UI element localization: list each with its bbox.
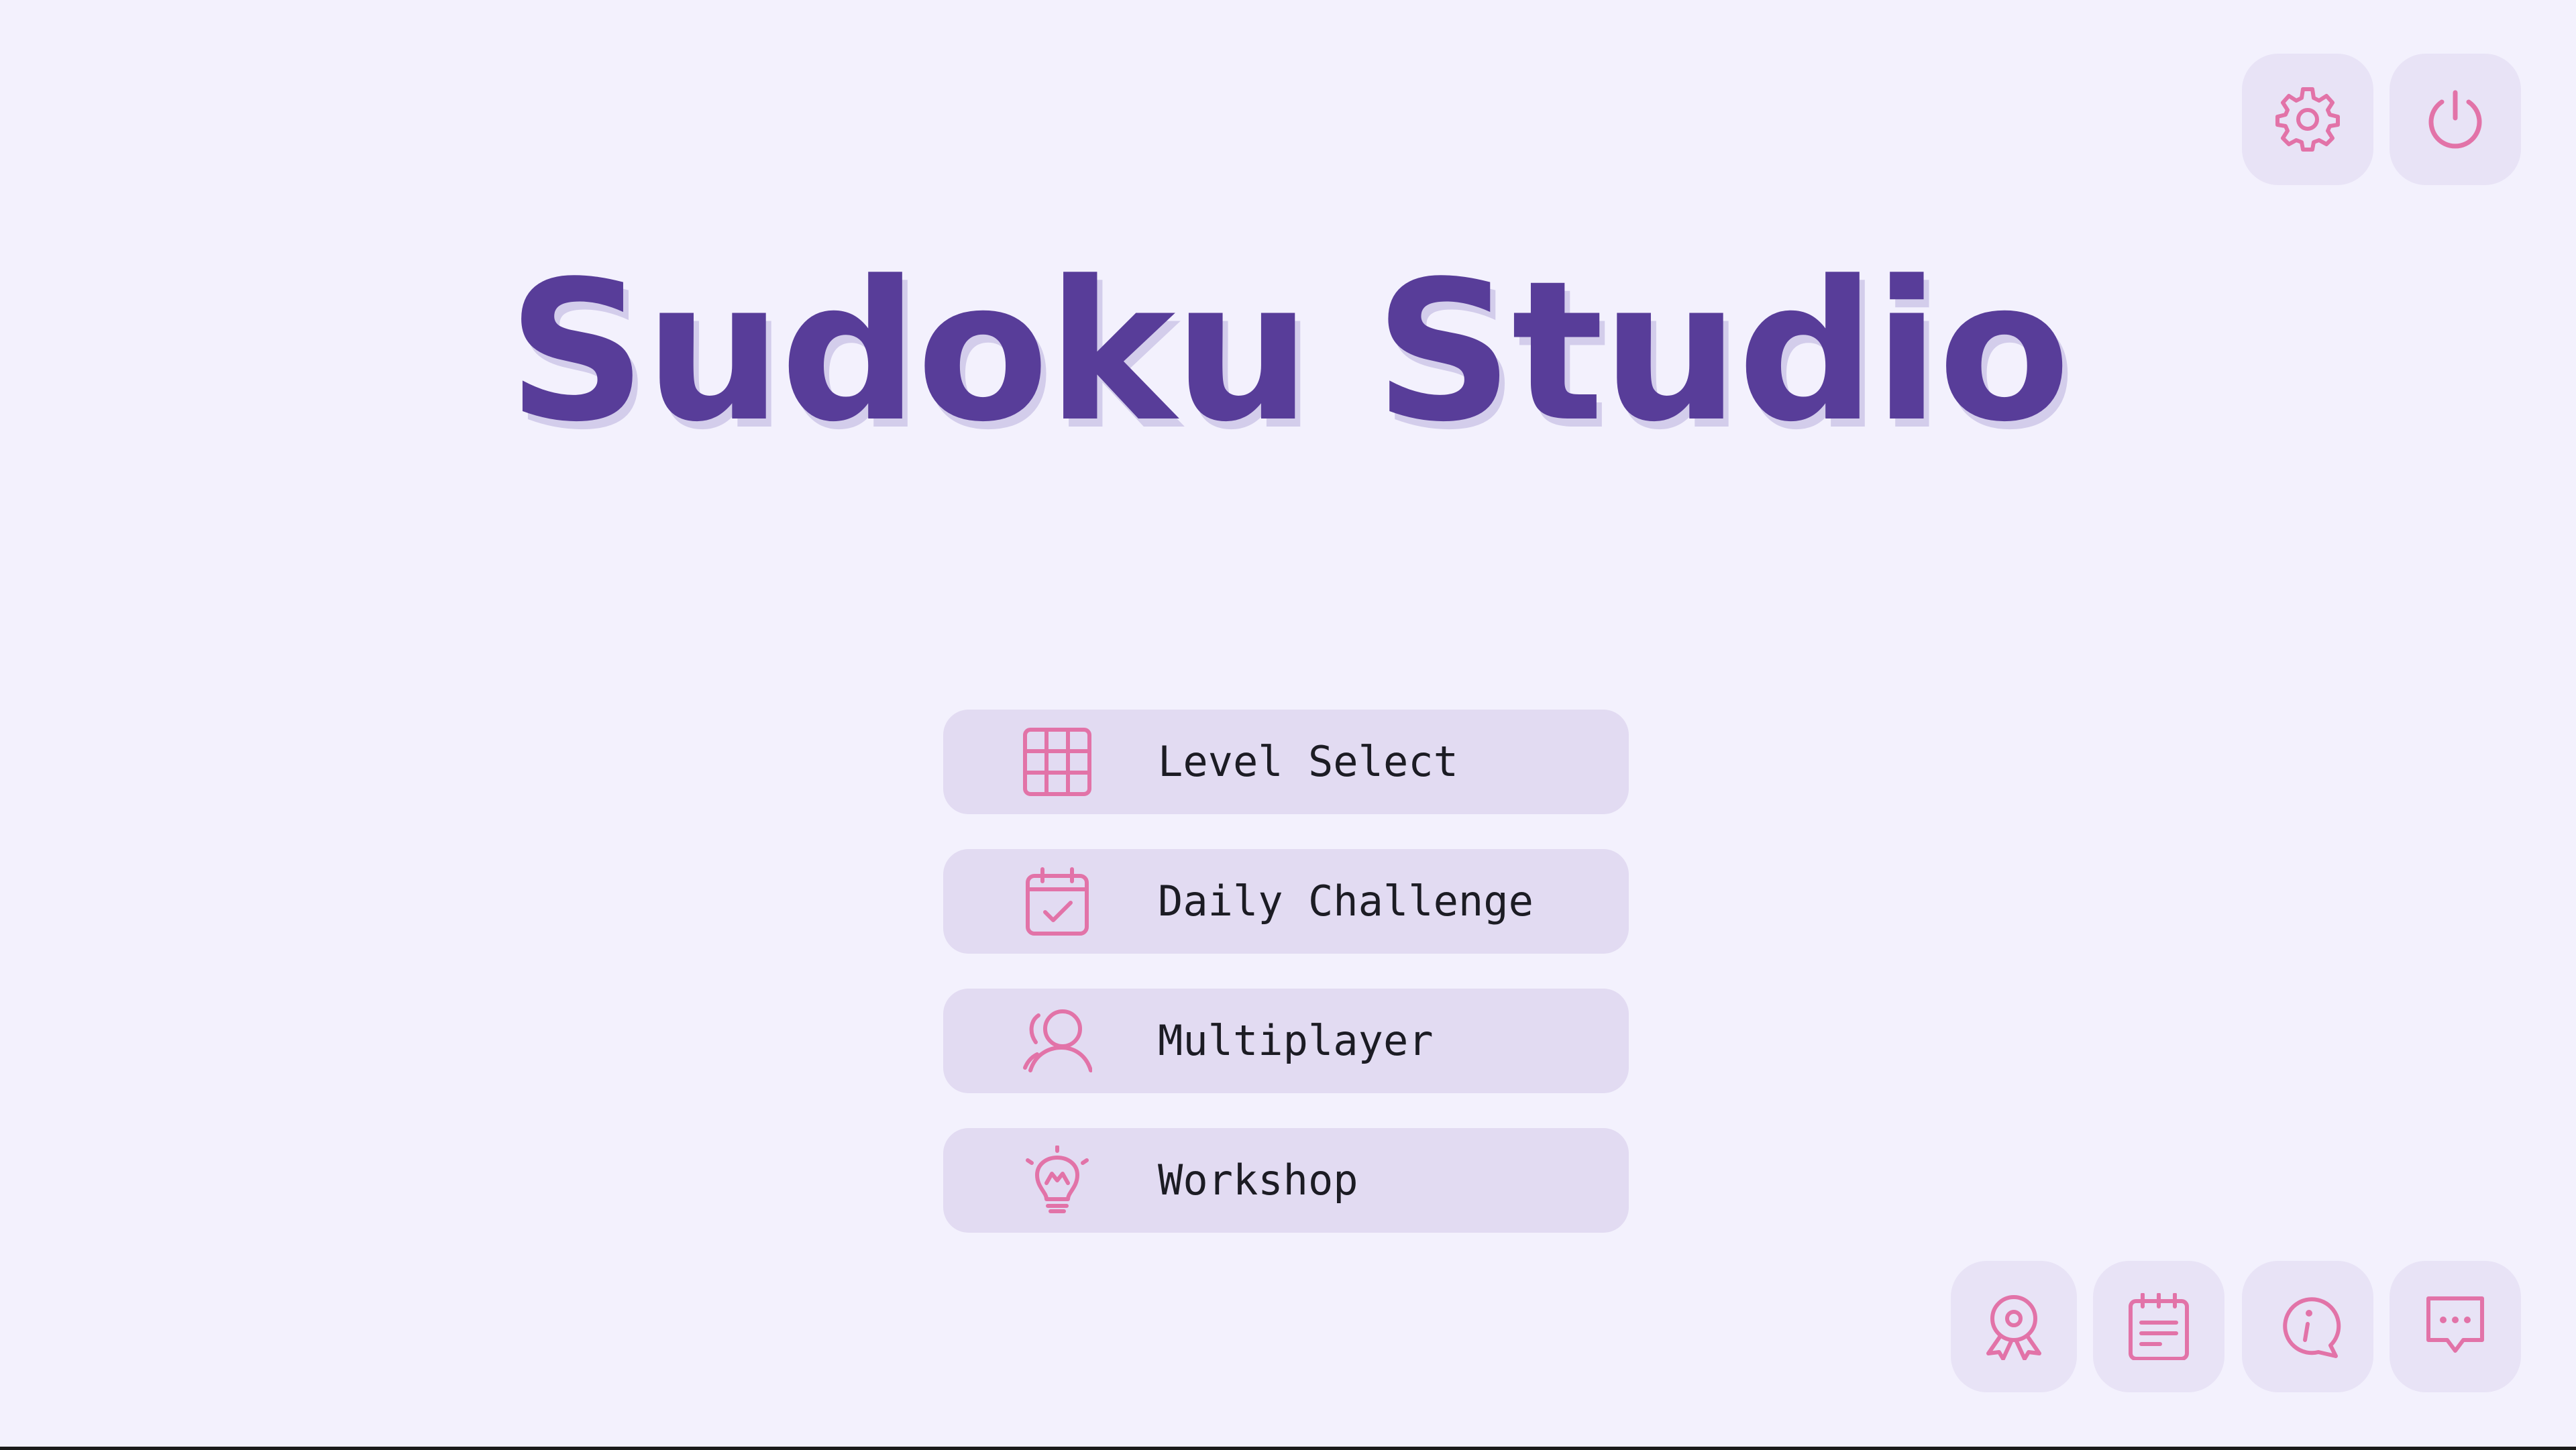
multiplayer-button[interactable]: Multiplayer — [943, 989, 1629, 1093]
feedback-button[interactable] — [2390, 1261, 2521, 1392]
notes-button[interactable] — [2093, 1261, 2224, 1392]
power-icon — [2422, 86, 2489, 153]
grid-icon — [1022, 727, 1092, 797]
notepad-icon — [2125, 1293, 2192, 1360]
workshop-label: Workshop — [1158, 1156, 1358, 1205]
settings-button[interactable] — [2242, 54, 2373, 185]
gear-icon — [2274, 86, 2341, 153]
users-icon — [1022, 1006, 1092, 1076]
lightbulb-icon — [1022, 1146, 1092, 1215]
info-button[interactable] — [2242, 1261, 2373, 1392]
achievements-button[interactable] — [1951, 1261, 2077, 1392]
bottom-border — [0, 1447, 2576, 1450]
workshop-button[interactable]: Workshop — [943, 1128, 1629, 1233]
page-title: Sudoku Studio — [507, 239, 2070, 464]
level-select-label: Level Select — [1158, 737, 1458, 786]
award-icon — [1980, 1293, 2047, 1360]
level-select-button[interactable]: Level Select — [943, 710, 1629, 814]
info-bubble-icon — [2274, 1293, 2341, 1360]
power-button[interactable] — [2390, 54, 2521, 185]
daily-challenge-label: Daily Challenge — [1158, 877, 1534, 926]
multiplayer-label: Multiplayer — [1158, 1016, 1434, 1065]
daily-challenge-button[interactable]: Daily Challenge — [943, 849, 1629, 954]
chat-bubble-icon — [2422, 1293, 2489, 1360]
calendar-check-icon — [1022, 867, 1092, 936]
